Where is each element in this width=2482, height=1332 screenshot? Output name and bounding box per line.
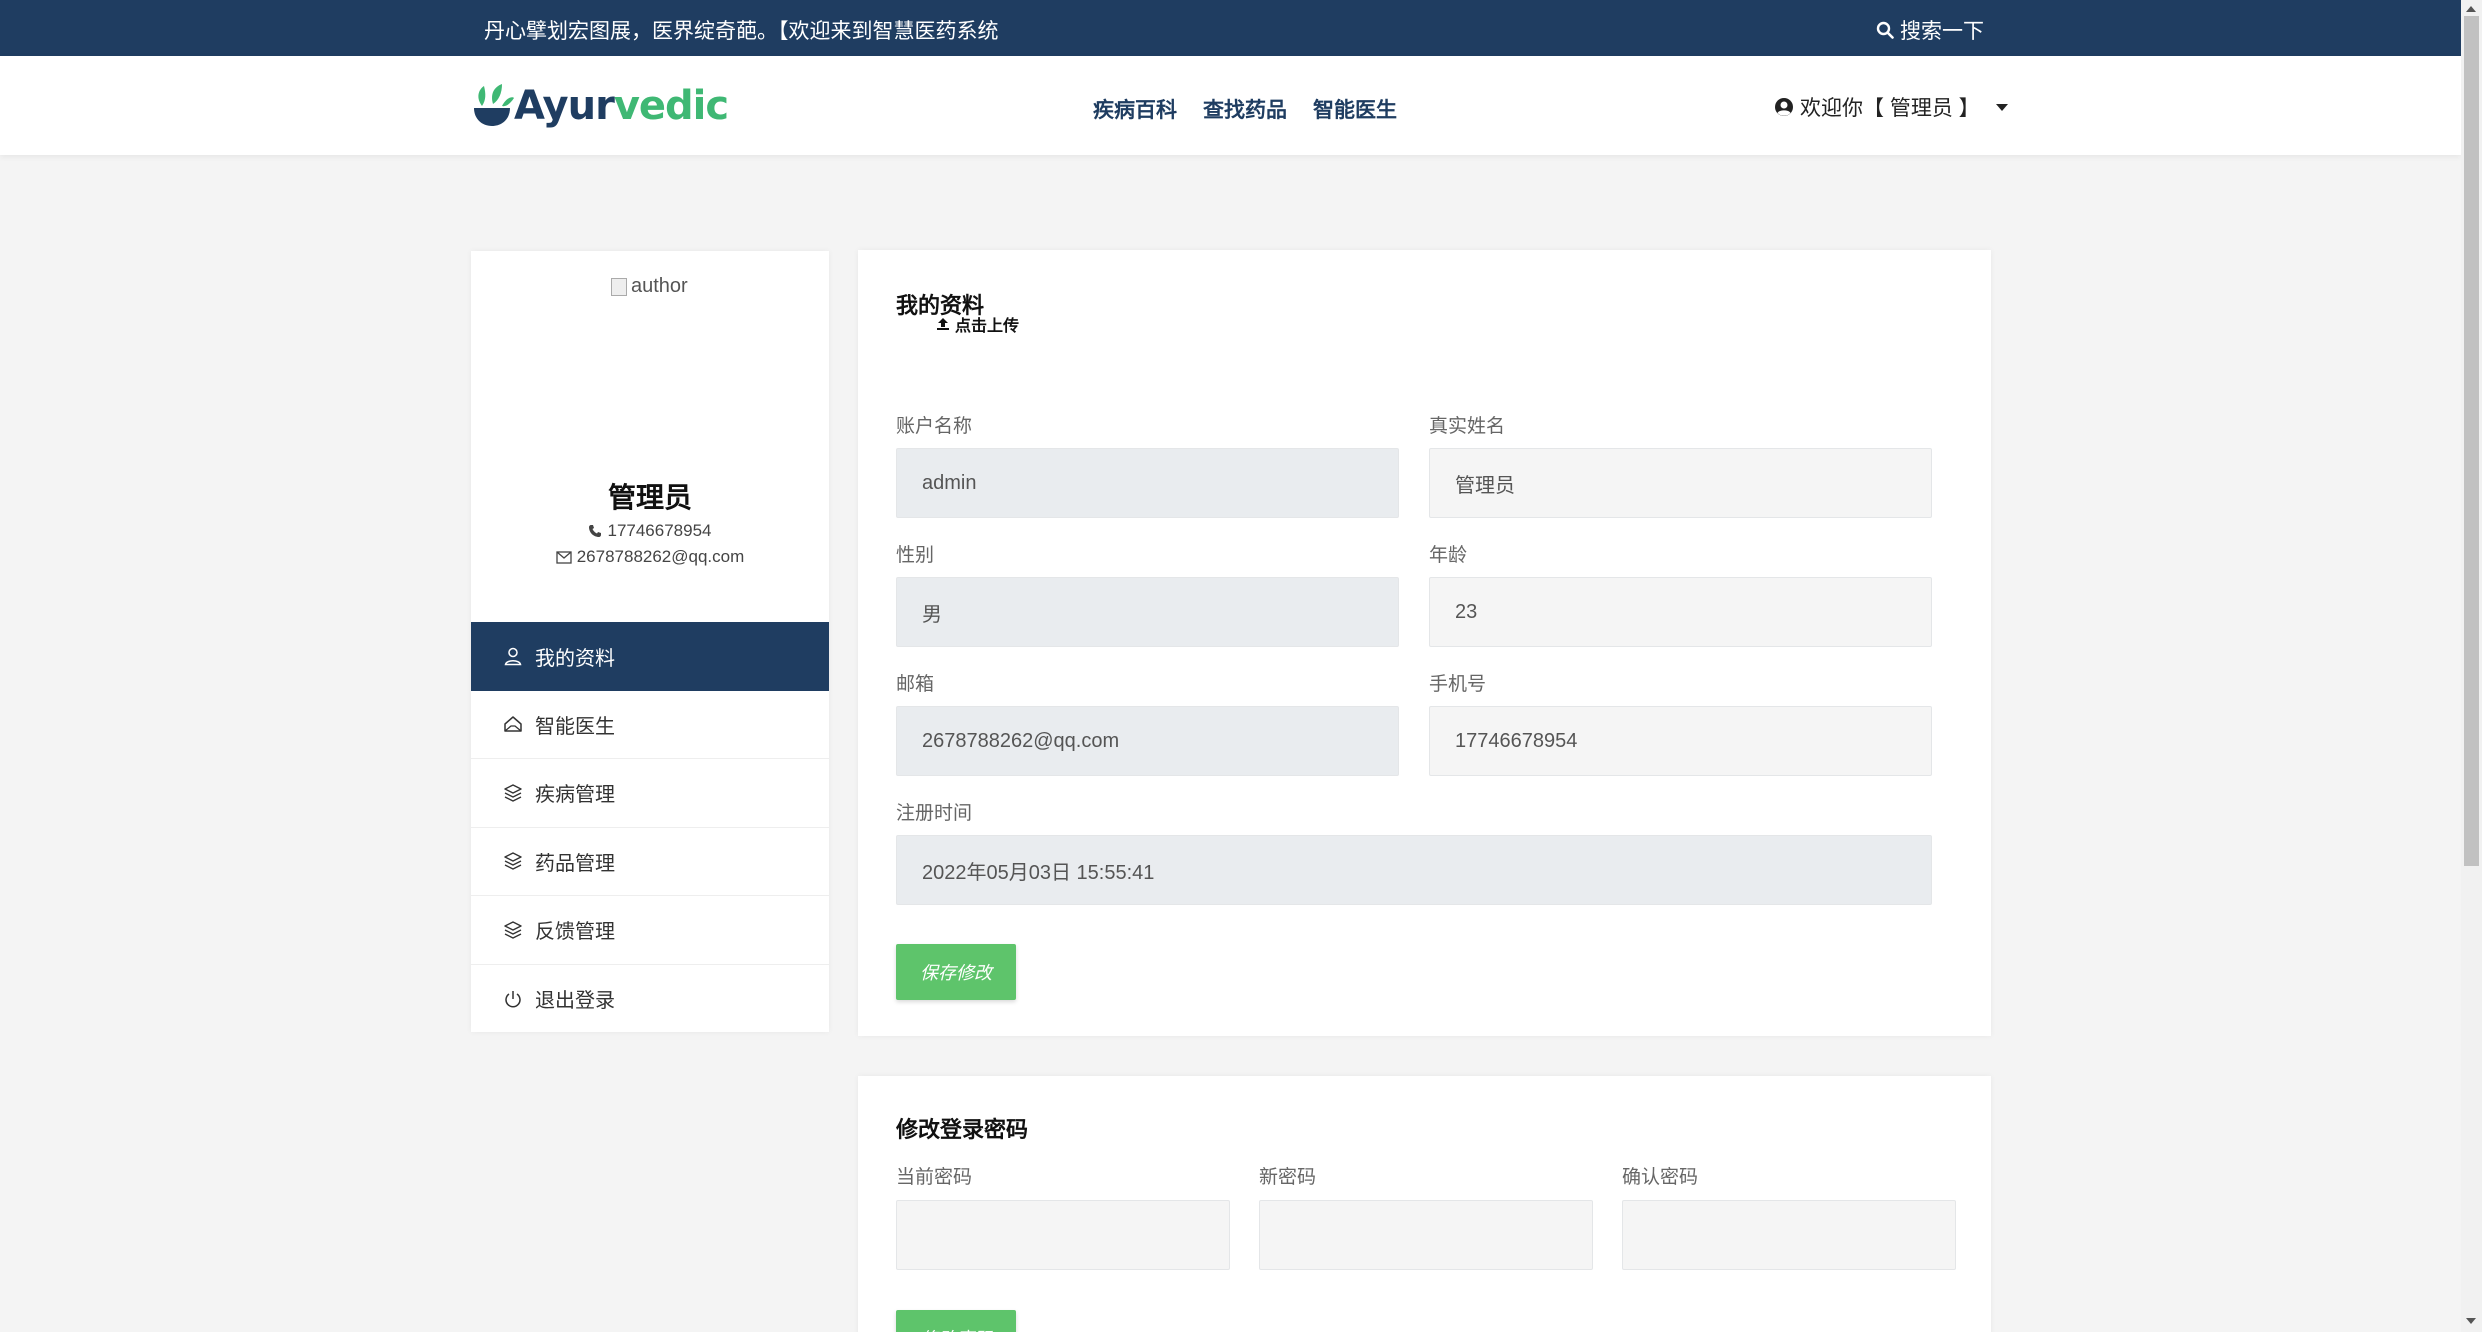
avatar: author xyxy=(611,275,688,298)
profile-card: 我的资料 点击上传 账户名称 真实姓名 性别 年龄 邮箱 手机号 注册时间 保存… xyxy=(858,250,1991,1036)
age-label: 年龄 xyxy=(1429,545,1468,566)
scroll-up-arrow-icon[interactable] xyxy=(2466,6,2476,12)
nav-smart-doctor[interactable]: 智能医生 xyxy=(1313,94,1397,124)
save-profile-button[interactable]: 保存修改 xyxy=(896,944,1016,1000)
user-circle-icon xyxy=(1775,98,1793,116)
sidebar-user-name: 管理员 xyxy=(607,482,692,513)
scroll-down-arrow-icon[interactable] xyxy=(2466,1318,2476,1324)
site-slogan: 丹心擘划宏图展，医界绽奇葩。【欢迎来到智慧医药系统 xyxy=(484,20,999,43)
envelope-icon xyxy=(556,550,572,564)
top-bar: 丹心擘划宏图展，医界绽奇葩。【欢迎来到智慧医药系统 搜索一下 xyxy=(0,0,2461,56)
change-password-button[interactable]: 修改密码 xyxy=(896,1310,1016,1332)
broken-image-icon xyxy=(611,277,627,296)
registration-time-label: 注册时间 xyxy=(896,803,973,824)
new-password-label: 新密码 xyxy=(1259,1167,1317,1188)
search-link[interactable]: 搜索一下 xyxy=(1876,15,1984,45)
sidebar-item-my-profile[interactable]: 我的资料 xyxy=(471,622,829,691)
leaf-bowl-icon xyxy=(474,84,514,126)
user-greeting: 欢迎你【 管理员 】 xyxy=(1800,97,1980,120)
sidebar-item-drug-management[interactable]: 药品管理 xyxy=(471,828,829,896)
change-password-card: 修改登录密码 当前密码 新密码 确认密码 修改密码 xyxy=(858,1076,1991,1332)
current-password-label: 当前密码 xyxy=(896,1167,973,1188)
account-name-label: 账户名称 xyxy=(896,416,973,437)
user-icon xyxy=(504,648,522,666)
new-password-field[interactable] xyxy=(1259,1200,1593,1270)
sidebar-item-feedback-management[interactable]: 反馈管理 xyxy=(471,896,829,965)
chevron-down-icon xyxy=(1995,103,2008,111)
profile-sidebar: author 管理员 17746678954 2678788262@qq.com… xyxy=(471,251,829,1032)
sidebar-item-disease-management[interactable]: 疾病管理 xyxy=(471,759,829,828)
sidebar-item-label: 退出登录 xyxy=(535,990,615,1013)
layers-icon xyxy=(504,852,522,870)
page-scrollbar[interactable] xyxy=(2461,0,2482,1332)
real-name-label: 真实姓名 xyxy=(1429,416,1506,437)
site-logo[interactable]: Ayurvedic xyxy=(472,80,729,132)
layers-icon xyxy=(504,921,522,939)
search-label: 搜索一下 xyxy=(1900,20,1984,43)
nav-disease-encyclopedia[interactable]: 疾病百科 xyxy=(1093,94,1177,124)
sidebar-item-smart-doctor[interactable]: 智能医生 xyxy=(471,691,829,759)
real-name-field[interactable] xyxy=(1429,448,1932,518)
registration-time-field[interactable] xyxy=(896,835,1932,905)
home-icon xyxy=(504,716,522,732)
password-card-title: 修改登录密码 xyxy=(896,1117,1029,1142)
scroll-thumb[interactable] xyxy=(2464,16,2479,866)
sidebar-item-label: 反馈管理 xyxy=(535,921,615,944)
layers-icon xyxy=(504,784,522,802)
sidebar-phone: 17746678954 xyxy=(471,521,829,541)
avatar-alt-text: author xyxy=(631,275,688,297)
nav-find-drugs[interactable]: 查找药品 xyxy=(1203,94,1287,124)
power-icon xyxy=(505,990,521,1008)
main-nav: 疾病百科 查找药品 智能医生 xyxy=(1093,94,1397,124)
account-name-field[interactable] xyxy=(896,448,1399,518)
confirm-password-label: 确认密码 xyxy=(1622,1167,1699,1188)
sidebar-menu: 我的资料 智能医生 疾病管理 药品管理 反馈管理 退出登录 xyxy=(471,622,829,1033)
upload-icon xyxy=(937,318,949,330)
upload-avatar-button[interactable]: 点击上传 xyxy=(936,312,1019,336)
email-label: 邮箱 xyxy=(896,674,935,695)
sidebar-item-logout[interactable]: 退出登录 xyxy=(471,965,829,1034)
phone-field[interactable] xyxy=(1429,706,1932,776)
sidebar-item-label: 疾病管理 xyxy=(535,784,615,807)
search-icon xyxy=(1876,21,1894,39)
sidebar-email: 2678788262@qq.com xyxy=(471,547,829,567)
user-menu[interactable]: 欢迎你【 管理员 】 xyxy=(1774,92,2008,122)
sidebar-email-text: 2678788262@qq.com xyxy=(576,547,745,566)
logo-text: Ayurvedic xyxy=(514,83,729,129)
sidebar-phone-text: 17746678954 xyxy=(607,521,712,540)
sidebar-item-label: 我的资料 xyxy=(535,647,615,670)
upload-label: 点击上传 xyxy=(955,318,1020,335)
current-password-field[interactable] xyxy=(896,1200,1230,1270)
phone-icon xyxy=(589,525,602,537)
confirm-password-field[interactable] xyxy=(1622,1200,1956,1270)
main-header: Ayurvedic 疾病百科 查找药品 智能医生 欢迎你【 管理员 】 xyxy=(0,56,2461,155)
sidebar-item-label: 智能医生 xyxy=(535,715,615,738)
gender-label: 性别 xyxy=(896,545,935,566)
phone-label: 手机号 xyxy=(1429,674,1487,695)
age-field[interactable] xyxy=(1429,577,1932,647)
gender-field[interactable] xyxy=(896,577,1399,647)
email-field[interactable] xyxy=(896,706,1399,776)
sidebar-item-label: 药品管理 xyxy=(535,852,615,875)
